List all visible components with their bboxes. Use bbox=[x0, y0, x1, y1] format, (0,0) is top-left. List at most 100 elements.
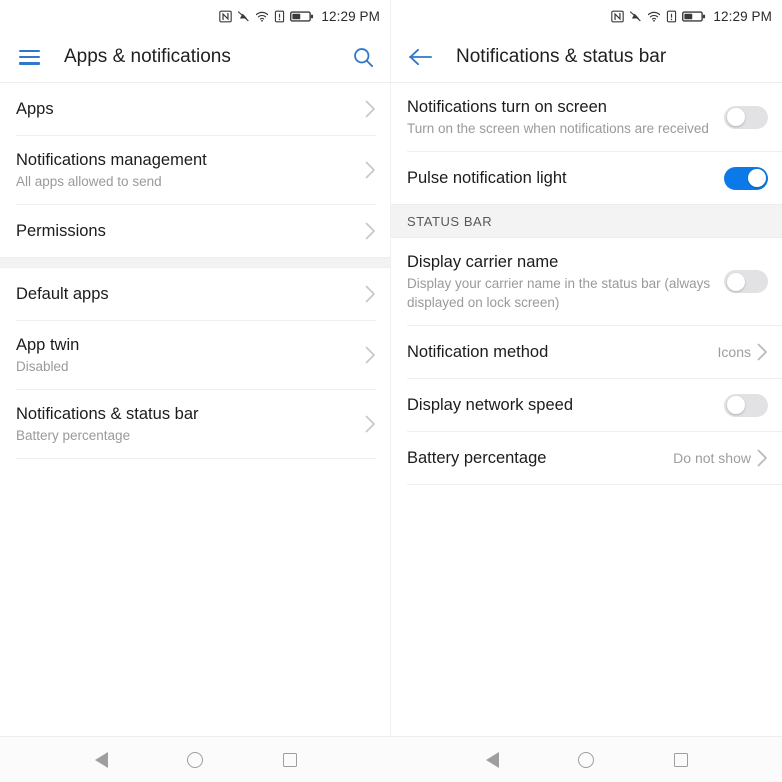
back-arrow-icon bbox=[408, 48, 432, 66]
status-bar-right: 12:29 PM bbox=[391, 0, 782, 32]
page-title-right: Notifications & status bar bbox=[456, 46, 667, 67]
row-title: Permissions bbox=[16, 222, 106, 240]
navigation-bar-right bbox=[391, 736, 782, 782]
row-text: Notifications turn on screen Turn on the… bbox=[407, 83, 724, 151]
row-text: Notifications & status bar Battery perce… bbox=[16, 390, 365, 458]
search-button[interactable] bbox=[350, 44, 376, 70]
row-title: Battery percentage bbox=[407, 449, 547, 467]
mute-vibrate-icon bbox=[238, 10, 250, 21]
row-subtitle: Battery percentage bbox=[16, 428, 131, 443]
toggle-display-carrier-name[interactable] bbox=[724, 270, 768, 293]
list-item-notifications-and-status-bar[interactable]: Notifications & status bar Battery perce… bbox=[0, 390, 390, 458]
row-title: Display network speed bbox=[407, 396, 573, 414]
group-separator bbox=[0, 257, 390, 268]
setting-notifications-turn-on-screen[interactable]: Notifications turn on screen Turn on the… bbox=[391, 83, 782, 151]
row-text: Display carrier name Display your carrie… bbox=[407, 238, 724, 325]
row-text: Display network speed bbox=[407, 381, 724, 429]
navigation-bar-left bbox=[0, 736, 391, 782]
back-nav-button[interactable] bbox=[475, 743, 509, 777]
recents-nav-button[interactable] bbox=[273, 743, 307, 777]
hamburger-menu-button[interactable] bbox=[16, 44, 42, 70]
home-circle-icon bbox=[187, 751, 204, 768]
section-header-status-bar: STATUS BAR bbox=[391, 204, 782, 238]
row-text: Notifications management All apps allowe… bbox=[16, 136, 365, 204]
value-battery-percentage: Do not show bbox=[673, 450, 751, 466]
row-text: Notification method bbox=[407, 328, 718, 376]
chevron-right-icon bbox=[365, 161, 375, 179]
row-title: Default apps bbox=[16, 285, 109, 303]
list-item-notifications-management[interactable]: Notifications management All apps allowe… bbox=[0, 136, 390, 204]
sim-alert-icon bbox=[275, 10, 285, 22]
row-title: App twin bbox=[16, 336, 80, 354]
row-title: Notifications management bbox=[16, 151, 207, 169]
row-subtitle: Disabled bbox=[16, 359, 69, 374]
wifi-icon bbox=[648, 11, 661, 22]
list-item-app-twin[interactable]: App twin Disabled bbox=[0, 321, 390, 389]
chevron-right-icon bbox=[365, 100, 375, 118]
list-item-apps[interactable]: Apps bbox=[0, 83, 390, 135]
row-subtitle: Turn on the screen when notifications ar… bbox=[407, 121, 709, 136]
row-text: Pulse notification light bbox=[407, 154, 724, 202]
row-title: Notification method bbox=[407, 343, 549, 361]
battery-icon bbox=[290, 10, 314, 22]
row-text: Default apps bbox=[16, 270, 365, 318]
toggle-pulse-notification-light[interactable] bbox=[724, 166, 768, 190]
left-app-bar: Apps & notifications bbox=[0, 32, 390, 82]
chevron-right-icon bbox=[365, 222, 375, 240]
row-title: Notifications & status bar bbox=[16, 405, 199, 423]
mute-vibrate-icon bbox=[630, 10, 642, 21]
row-text: Battery percentage bbox=[407, 434, 673, 482]
row-text: App twin Disabled bbox=[16, 321, 365, 389]
page-title-left: Apps & notifications bbox=[64, 46, 231, 67]
setting-battery-percentage[interactable]: Battery percentage Do not show bbox=[391, 432, 782, 484]
toggle-knob bbox=[726, 108, 745, 126]
nfc-icon bbox=[219, 10, 233, 22]
sim-alert-icon bbox=[667, 10, 677, 22]
toggle-notifications-turn-on-screen[interactable] bbox=[724, 105, 768, 129]
search-icon bbox=[353, 47, 373, 67]
chevron-right-icon bbox=[365, 415, 375, 433]
dual-panel-screenshot: 12:29 PM Apps & notifications Apps Notif… bbox=[0, 0, 782, 782]
status-bar-left: 12:29 PM bbox=[0, 0, 390, 32]
setting-notification-method[interactable]: Notification method Icons bbox=[391, 326, 782, 378]
recents-nav-button[interactable] bbox=[664, 743, 698, 777]
wifi-icon bbox=[256, 11, 269, 22]
back-button[interactable] bbox=[407, 44, 433, 70]
chevron-right-icon bbox=[757, 449, 767, 467]
list-divider bbox=[16, 458, 376, 459]
chevron-right-icon bbox=[365, 285, 375, 303]
hamburger-menu-icon bbox=[18, 49, 40, 65]
row-subtitle: Display your carrier name in the status … bbox=[407, 276, 711, 310]
back-nav-button[interactable] bbox=[84, 743, 118, 777]
status-bar-time: 12:29 PM bbox=[713, 8, 772, 24]
back-triangle-icon bbox=[485, 751, 499, 768]
toggle-knob bbox=[726, 272, 745, 291]
row-subtitle: All apps allowed to send bbox=[16, 174, 162, 189]
battery-icon bbox=[682, 10, 706, 22]
list-item-default-apps[interactable]: Default apps bbox=[0, 268, 390, 320]
row-title: Pulse notification light bbox=[407, 169, 567, 187]
toggle-knob bbox=[726, 396, 745, 414]
row-title: Display carrier name bbox=[407, 253, 559, 271]
value-notification-method: Icons bbox=[717, 344, 751, 360]
row-title: Apps bbox=[16, 100, 54, 118]
right-app-bar: Notifications & status bar bbox=[391, 32, 782, 82]
row-title: Notifications turn on screen bbox=[407, 98, 607, 116]
right-panel-notifications-and-status-bar: 12:29 PM Notifications & status bar Noti… bbox=[391, 0, 782, 782]
status-bar-time: 12:29 PM bbox=[321, 8, 380, 24]
setting-display-network-speed[interactable]: Display network speed bbox=[391, 379, 782, 431]
list-divider bbox=[407, 484, 782, 485]
home-nav-button[interactable] bbox=[569, 743, 603, 777]
setting-pulse-notification-light[interactable]: Pulse notification light bbox=[391, 152, 782, 204]
chevron-right-icon bbox=[757, 343, 767, 361]
recents-square-icon bbox=[282, 752, 297, 767]
list-item-permissions[interactable]: Permissions bbox=[0, 205, 390, 257]
home-nav-button[interactable] bbox=[178, 743, 212, 777]
settings-list-left: Apps Notifications management All apps a… bbox=[0, 83, 390, 782]
recents-square-icon bbox=[673, 752, 688, 767]
row-text: Permissions bbox=[16, 207, 365, 255]
setting-display-carrier-name[interactable]: Display carrier name Display your carrie… bbox=[391, 238, 782, 325]
toggle-display-network-speed[interactable] bbox=[724, 393, 768, 417]
home-circle-icon bbox=[578, 751, 595, 768]
row-text: Apps bbox=[16, 85, 365, 133]
